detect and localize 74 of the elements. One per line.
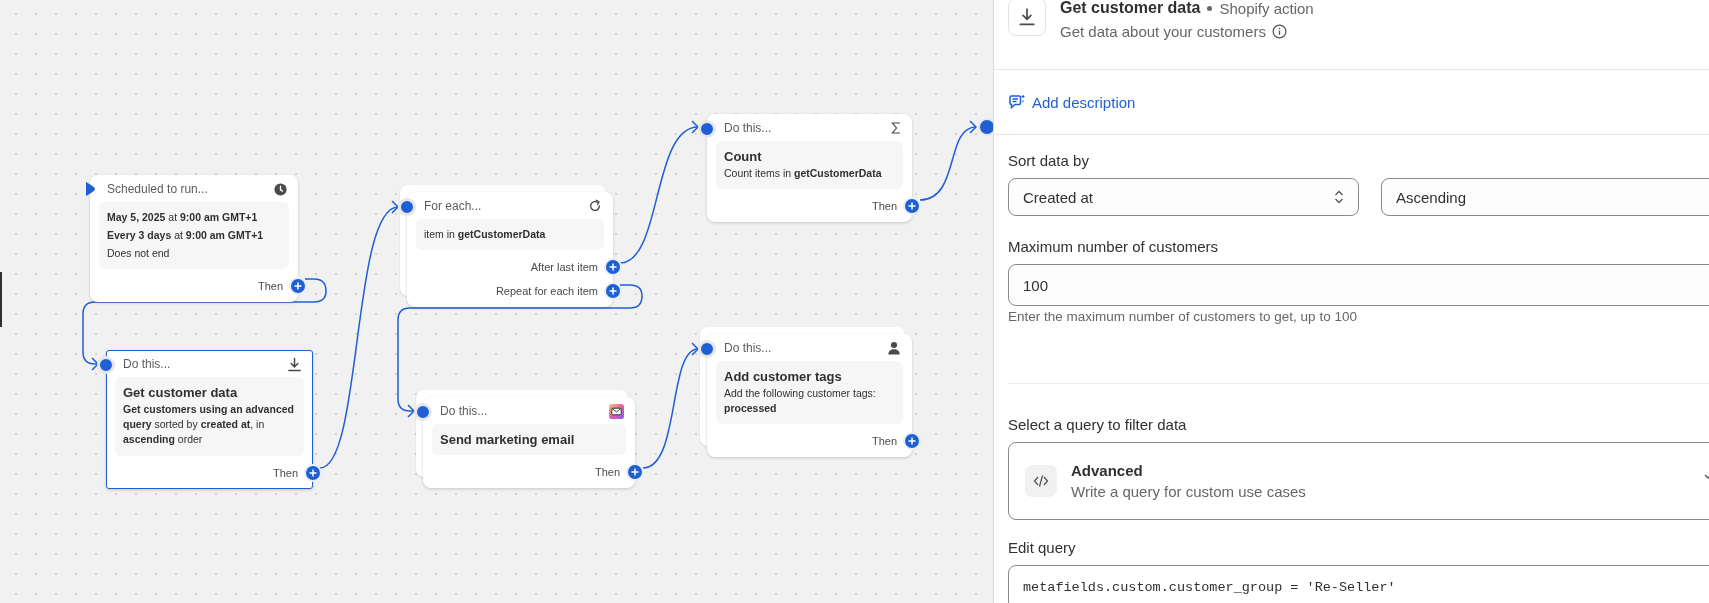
step-card[interactable]: For each... item in getCustomerData After last item Repeat for each item [407,192,613,308]
clock-icon [274,182,287,196]
port-label: Then [871,434,897,450]
download-icon [1018,8,1036,26]
person-icon [887,341,901,355]
schedule-line: May 5, 2025 at 9:00 am GMT+1 [107,210,259,225]
connection-dot [398,198,416,216]
port-label: Then [594,465,620,480]
node-title: Get customer data [123,385,239,400]
query-editor[interactable]: metafields.custom.customer_group = 'Re-Seller' [1008,565,1709,603]
connection-dot [698,120,716,138]
plus-icon [631,468,639,476]
add-step-button[interactable] [604,258,622,277]
plus-icon [294,282,302,291]
mail-icon [609,403,624,419]
node-title: Send marketing email [440,432,576,447]
step-card[interactable]: Do this... Add customer tags Add the following customer tags: processed Then [707,334,912,458]
field-label: Edit query [1008,539,1077,556]
connection-dot [698,340,716,358]
node-header: Do this... [724,341,772,355]
node-header: Do this... [724,121,772,135]
info-icon[interactable] [1271,24,1287,39]
port-label: Then [257,279,283,295]
step-card[interactable]: Do this... Send marketing email Then [423,397,635,488]
code-icon [1025,465,1057,497]
panel-description: Get data about your customers [1060,23,1266,40]
plus-icon [309,468,317,477]
node-description: Add the following customer tags: processed [724,386,877,417]
node-description: Get customers using an advanced query sorted by created at, in ascending order [123,402,295,448]
step-card[interactable]: Do this... Get customer data Get customers using an advanced query sorted by created at, in ascending order Then [106,350,313,489]
port-label: Then [272,465,298,481]
plus-icon [908,202,916,211]
field-label: Select a query to filter data [1008,416,1188,433]
add-step-button[interactable] [903,197,921,216]
add-step-button[interactable] [903,432,921,451]
comment-icon [1008,94,1026,110]
node-title: Count [724,149,763,164]
sort-order-select[interactable]: Ascending [1381,178,1709,216]
panel-title: Get customer data [1060,0,1201,17]
plus-icon [609,287,617,296]
node-description: Count items in getCustomerData [724,166,883,181]
refresh-icon [588,199,602,213]
node-description: item in getCustomerData [424,227,547,242]
port-label: Then [871,199,897,215]
maximum-input[interactable]: 100 [1008,264,1709,306]
field-label: Sort data by [1008,152,1090,169]
separator-dot [1207,5,1213,11]
action-source: Shopify action [1219,0,1314,17]
node-header: Do this... [123,357,171,371]
node-title: Add customer tags [724,369,843,384]
port-label: Repeat for each item [495,284,598,300]
port-label: After last item [530,260,598,276]
add-description-link[interactable]: Add description [1008,93,1136,111]
schedule-line: Does not end [107,245,171,261]
node-header: For each... [424,199,482,213]
edge-handle [0,272,2,327]
step-card[interactable]: Scheduled to run... May 5, 2025 at 9:00 am GMT+1 Every 3 days at 9:00 am GMT+1 Does not end Then [90,175,298,303]
plus-icon [609,263,617,272]
plus-icon [908,437,916,446]
query-type-select[interactable]: Advanced Write a query for custom use cases [1008,442,1709,520]
sort-field-select[interactable]: Created at [1008,178,1359,216]
updown-chevron-icon [1334,189,1344,205]
node-header: Do this... [440,404,488,418]
sigma-icon [891,122,901,134]
help-text: Enter the maximum number of customers to get, up to 100 [1008,309,1358,324]
schedule-line: Every 3 days at 9:00 am GMT+1 [107,227,265,243]
connection-dot [97,356,115,374]
node-header: Scheduled to run... [107,182,208,196]
step-card[interactable]: Do this... Count Count items in getCustomerData Then [707,114,912,223]
connection-dot [414,403,432,421]
download-icon [287,356,302,372]
start-marker-icon [86,182,95,196]
field-label: Maximum number of customers [1008,238,1220,255]
add-step-button[interactable] [626,463,644,481]
